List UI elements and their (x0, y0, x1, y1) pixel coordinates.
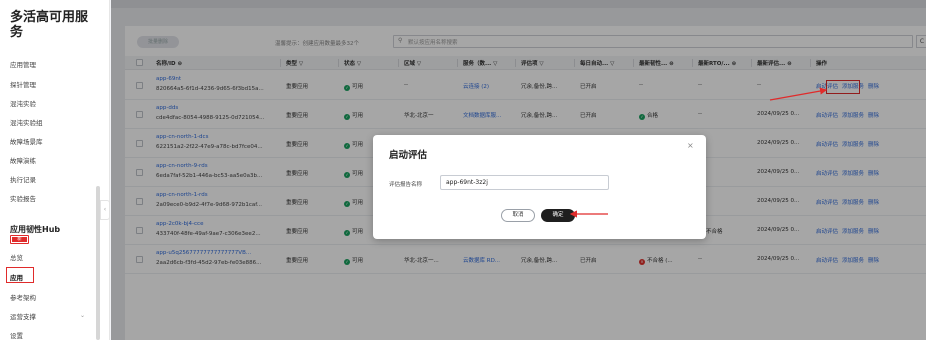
sidebar-item-reference-arch[interactable]: 参考架构 (10, 292, 36, 302)
new-badge: 新 (10, 235, 29, 244)
sidebar-item-execution-records[interactable]: 执行记录 (10, 174, 36, 184)
collapse-sidebar-icon[interactable]: ‹ (100, 200, 110, 220)
sidebar-item-ops-support[interactable]: 运营支撑 (10, 311, 36, 321)
sidebar-item-chaos-experiment[interactable]: 混沌实验 (10, 98, 36, 108)
start-evaluation-dialog: 启动评估 × 评估报告名称 app-69nt-3z2j 取消 确定 (373, 135, 706, 239)
sidebar-item-chaos-group[interactable]: 混沌实验组 (10, 117, 43, 127)
report-name-input[interactable]: app-69nt-3z2j (440, 175, 609, 190)
annotation-highlight-box (6, 267, 34, 283)
sidebar-item-fault-library[interactable]: 故障场景库 (10, 136, 43, 146)
sidebar-item-fault-drill[interactable]: 故障演练 (10, 155, 36, 165)
sidebar-section-hub: 应用韧性Hub (10, 225, 61, 234)
sidebar-item-app-management[interactable]: 应用管理 (10, 59, 36, 69)
cancel-button[interactable]: 取消 (501, 209, 535, 222)
report-name-label: 评估报告名称 (389, 182, 423, 188)
sidebar-item-settings[interactable]: 设置 (10, 330, 23, 340)
chevron-down-icon[interactable]: ⌄ (80, 312, 85, 319)
sidebar-item-overview[interactable]: 总览 (10, 252, 23, 262)
confirm-button[interactable]: 确定 (541, 209, 575, 222)
sidebar-item-experiment-report[interactable]: 实验报告 (10, 193, 36, 203)
close-icon[interactable]: × (687, 141, 694, 150)
sidebar-title: 多活高可用服务 (10, 10, 89, 40)
sidebar: 多活高可用服务 应用管理 探针管理 混沌实验 混沌实验组 故障场景库 故障演练 … (0, 0, 110, 340)
dialog-title: 启动评估 (389, 150, 428, 161)
sidebar-item-probe-management[interactable]: 探针管理 (10, 79, 36, 89)
